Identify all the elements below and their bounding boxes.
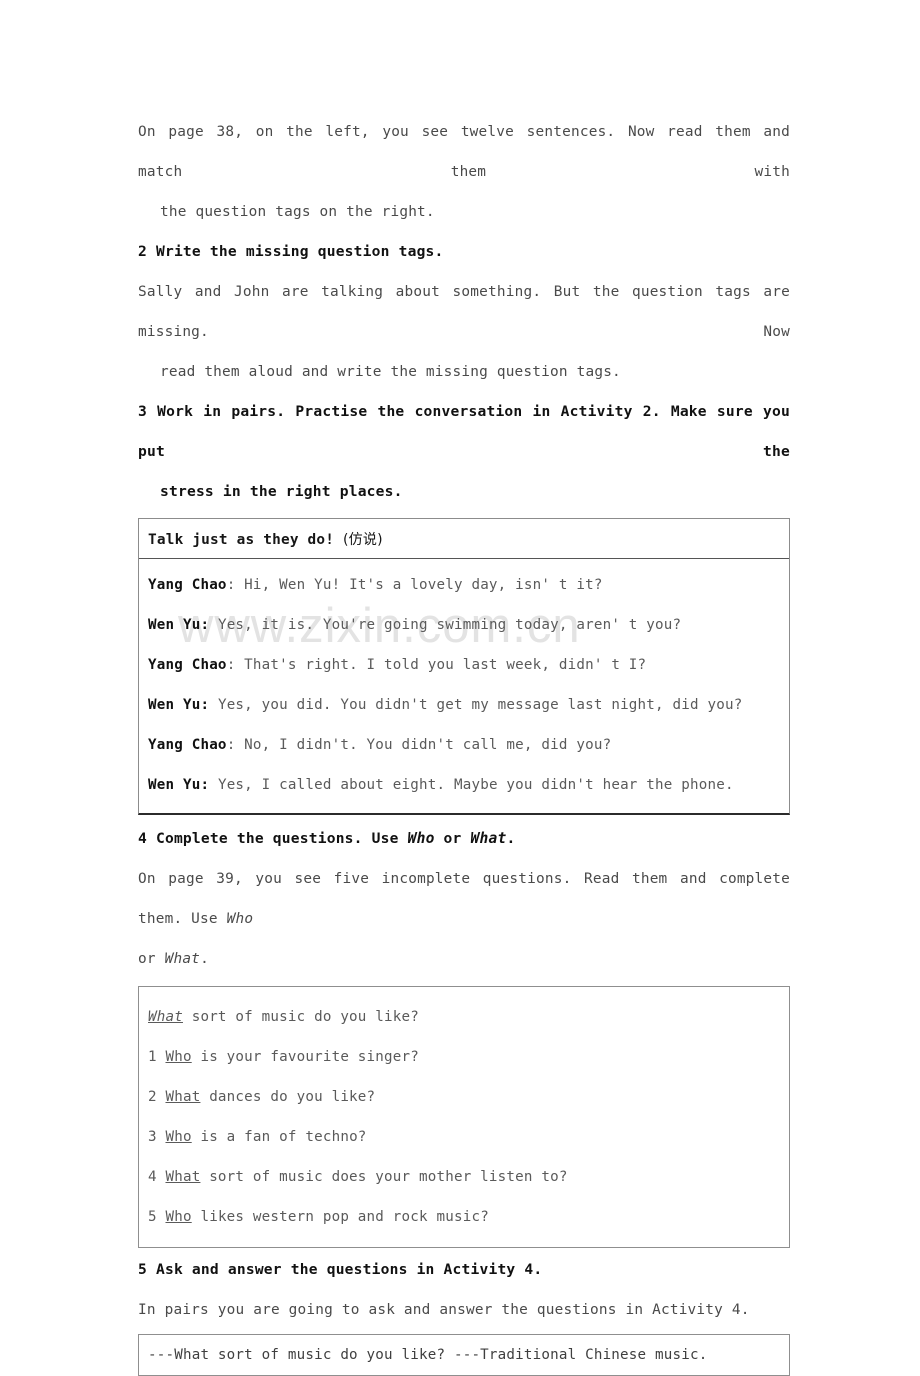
activity-4-body-line-2: or What. [138, 939, 790, 979]
document-page: www.zixin.com.cn On page 38, on the left… [0, 0, 920, 1376]
question-number: 2 [148, 1089, 166, 1105]
question-answer-blank: What [165, 1089, 201, 1105]
dialogue-speaker: Yang Chao [148, 577, 227, 593]
dialogue-speaker: Wen Yu: [148, 617, 210, 633]
dialogue-line: Wen Yu: Yes, it is. You're going swimmin… [148, 605, 780, 645]
question-answer-blank: Who [165, 1129, 192, 1145]
intro-paragraph: On page 38, on the left, you see twelve … [138, 112, 790, 232]
dialogue-speaker: Wen Yu: [148, 697, 210, 713]
dialogue-separator: : [226, 737, 245, 753]
activity-4-body-em-who: Who [226, 911, 254, 927]
dialogue-separator [209, 697, 218, 713]
question-line: 1 Who is your favourite singer? [148, 1037, 780, 1077]
question-number: 5 [148, 1209, 166, 1225]
activity-2-heading: 2 Write the missing question tags. [138, 232, 790, 272]
dialogue-line: Yang Chao: That's right. I told you last… [148, 645, 780, 685]
example-box: ---What sort of music do you like? ---Tr… [138, 1334, 790, 1376]
dialogue-separator: : [226, 657, 245, 673]
dialogue-table-title-cn: (仿说) [343, 532, 383, 548]
document-content: On page 38, on the left, you see twelve … [138, 112, 790, 1376]
question-line: 5 Who likes western pop and rock music? [148, 1197, 780, 1237]
activity-4-heading-pre: 4 Complete the questions. Use [138, 830, 408, 847]
activity-2-body-line-2: read them aloud and write the missing qu… [160, 364, 621, 380]
dialogue-text: That's right. I told you last week, didn… [244, 657, 647, 673]
dialogue-line: Wen Yu: Yes, I called about eight. Maybe… [148, 765, 780, 805]
activity-2-body: Sally and John are talking about somethi… [138, 272, 790, 392]
dialogue-table-title-en: Talk just as they do! [148, 532, 344, 548]
activity-4-body: On page 39, you see five incomplete ques… [138, 859, 790, 979]
question-text: sort of music do you like? [182, 1009, 419, 1025]
dialogue-speaker: Yang Chao [148, 737, 227, 753]
activity-2-heading-text: 2 Write the missing question tags. [138, 243, 444, 260]
activity-3-heading-line-2: stress in the right places. [160, 483, 403, 500]
activity-5-body: In pairs you are going to ask and answer… [138, 1290, 790, 1330]
dialogue-line: Wen Yu: Yes, you did. You didn't get my … [148, 685, 780, 725]
dialogue-speaker: Yang Chao [148, 657, 227, 673]
activity-4-body-line-2-post: . [200, 951, 209, 967]
activity-4-body-line-1: On page 39, you see five incomplete ques… [138, 859, 790, 939]
question-answer-blank: Who [165, 1049, 192, 1065]
activity-3-heading-line-1: 3 Work in pairs. Practise the conversati… [138, 403, 790, 460]
dialogue-table-body: Yang Chao: Hi, Wen Yu! It's a lovely day… [139, 559, 789, 813]
dialogue-text: Yes, I called about eight. Maybe you did… [217, 777, 734, 793]
question-answer-blank: What [165, 1169, 201, 1185]
question-number: 3 [148, 1129, 166, 1145]
dialogue-line: Yang Chao: No, I didn't. You didn't call… [148, 725, 780, 765]
activity-3-heading: 3 Work in pairs. Practise the conversati… [138, 392, 790, 512]
activity-4-heading: 4 Complete the questions. Use Who or Wha… [138, 819, 790, 859]
activity-4-heading-em-what: What [470, 830, 507, 847]
dialogue-table: Talk just as they do! (仿说) Yang Chao: Hi… [138, 518, 790, 815]
activity-4-heading-post: . [506, 830, 516, 847]
question-line: 3 Who is a fan of techno? [148, 1117, 780, 1157]
dialogue-text: Yes, you did. You didn't get my message … [217, 697, 743, 713]
dialogue-text: Hi, Wen Yu! It's a lovely day, isn' t it… [244, 577, 603, 593]
intro-line-1: On page 38, on the left, you see twelve … [138, 124, 790, 180]
question-answer-blank: Who [165, 1209, 192, 1225]
activity-5-body-text: In pairs you are going to ask and answer… [138, 1302, 750, 1318]
question-text: is a fan of techno? [191, 1129, 367, 1145]
dialogue-separator [209, 777, 218, 793]
activity-2-body-line-1: Sally and John are talking about somethi… [138, 284, 790, 340]
question-number: 1 [148, 1049, 166, 1065]
question-text: is your favourite singer? [191, 1049, 420, 1065]
activity-5-heading: 5 Ask and answer the questions in Activi… [138, 1250, 790, 1290]
question-line: 4 What sort of music does your mother li… [148, 1157, 780, 1197]
questions-box: What sort of music do you like? 1 Who is … [138, 986, 790, 1248]
question-text: likes western pop and rock music? [191, 1209, 489, 1225]
activity-4-heading-em-who: Who [407, 830, 435, 847]
question-line: What sort of music do you like? [148, 997, 780, 1037]
example-exchange: ---What sort of music do you like? ---Tr… [148, 1347, 708, 1363]
dialogue-table-title: Talk just as they do! (仿说) [139, 519, 789, 559]
activity-5-heading-text: 5 Ask and answer the questions in Activi… [138, 1261, 543, 1278]
dialogue-separator: : [226, 577, 245, 593]
activity-4-heading-mid: or [434, 830, 471, 847]
question-text: sort of music does your mother listen to… [200, 1169, 568, 1185]
intro-line-2: the question tags on the right. [160, 204, 435, 220]
dialogue-text: No, I didn't. You didn't call me, did yo… [244, 737, 612, 753]
dialogue-line: Yang Chao: Hi, Wen Yu! It's a lovely day… [148, 565, 780, 605]
question-number: 4 [148, 1169, 166, 1185]
dialogue-separator [209, 617, 218, 633]
question-line: 2 What dances do you like? [148, 1077, 780, 1117]
activity-4-heading-line: 4 Complete the questions. Use Who or Wha… [138, 819, 790, 859]
dialogue-text: Yes, it is. You're going swimming today,… [217, 617, 682, 633]
activity-4-body-line-2-pre: or [138, 951, 165, 967]
dialogue-speaker: Wen Yu: [148, 777, 210, 793]
question-answer-blank: What [148, 1009, 183, 1025]
activity-4-body-em-what: What [164, 951, 201, 967]
question-text: dances do you like? [200, 1089, 376, 1105]
